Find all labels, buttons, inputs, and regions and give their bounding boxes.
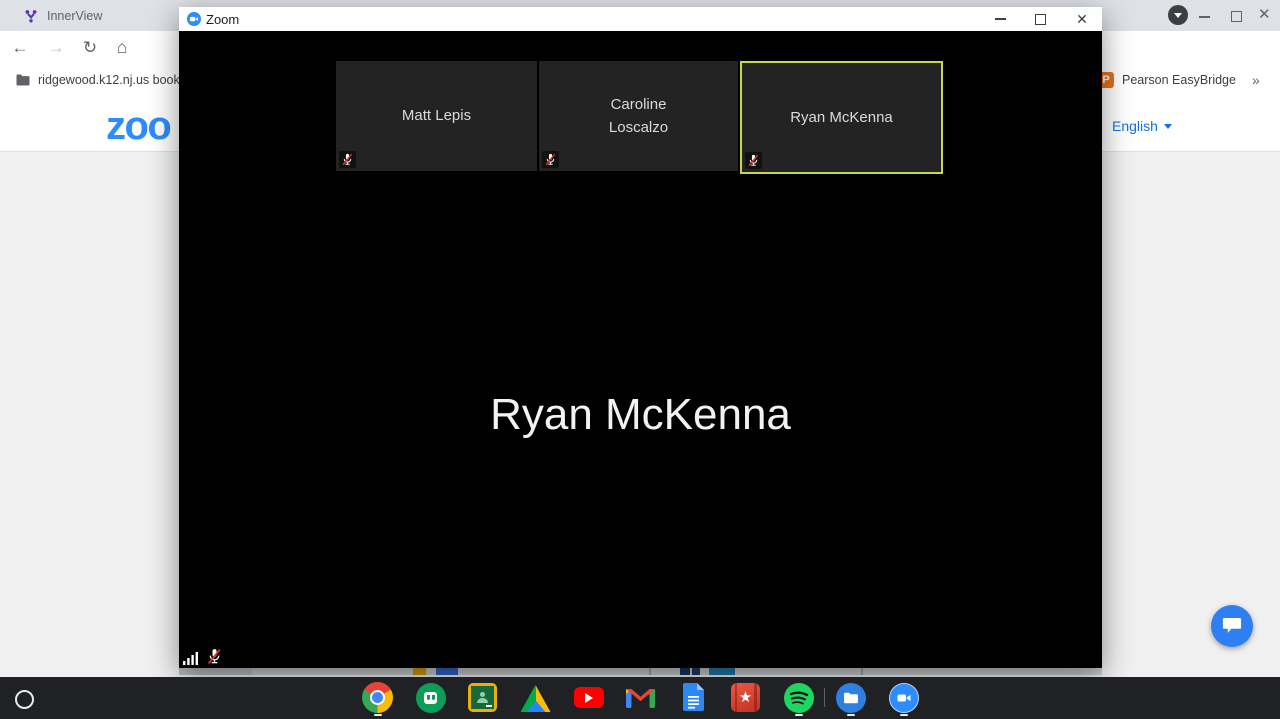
zoom-window: Zoom ✕ Matt Lepis Caroline Loscalzo Ryan… (179, 7, 1102, 668)
peek-divider (649, 668, 651, 675)
running-indicator (374, 714, 382, 716)
participant-name: Caroline Loscalzo (608, 95, 669, 136)
shelf-app-hangouts-icon[interactable] (415, 682, 446, 713)
tab-title: InnerView (47, 8, 103, 23)
reload-icon[interactable]: ↻ (78, 31, 102, 64)
zoom-app-titlebar-icon (187, 12, 201, 26)
forward-icon[interactable]: → (44, 31, 68, 64)
language-label: English (1112, 118, 1158, 134)
mic-muted-icon (745, 152, 762, 169)
shelf-app-spotify-icon[interactable] (783, 682, 814, 713)
peek-divider2 (861, 668, 863, 675)
bookmarks-overflow-icon[interactable]: » (1252, 64, 1260, 97)
zoom-meeting-canvas: Matt Lepis Caroline Loscalzo Ryan McKenn… (179, 31, 1102, 668)
mic-muted-icon (207, 649, 221, 664)
back-icon[interactable]: ← (8, 31, 32, 64)
wunderlist-star-icon: ★ (738, 688, 753, 706)
participant-tile-caroline[interactable]: Caroline Loscalzo (539, 61, 738, 171)
shelf-separator (824, 688, 825, 707)
language-selector[interactable]: English (1112, 118, 1172, 134)
participant-tile-matt[interactable]: Matt Lepis (336, 61, 537, 171)
browser-restore-icon[interactable] (1231, 11, 1242, 22)
bookmark-pearson[interactable]: Pearson EasyBridge (1122, 64, 1236, 97)
support-chat-button[interactable] (1211, 605, 1253, 647)
shelf-app-gmail-icon[interactable] (625, 682, 656, 713)
running-indicator (900, 714, 908, 716)
shelf-app-chrome-icon[interactable] (362, 682, 393, 713)
shelf-app-zoom-icon[interactable] (888, 682, 919, 713)
mic-muted-icon (339, 151, 356, 168)
language-caret-icon (1163, 123, 1172, 129)
running-indicator (847, 714, 855, 716)
home-icon[interactable]: ⌂ (110, 31, 134, 64)
peek-favicon-yellow (413, 668, 426, 675)
peek-favicon-navy2 (692, 668, 700, 675)
peek-segment (179, 668, 252, 675)
launcher-button[interactable] (15, 690, 34, 709)
shelf-app-docs-icon[interactable] (678, 681, 709, 712)
participant-name: Ryan McKenna (790, 108, 893, 126)
browser-minimize-icon[interactable] (1199, 16, 1210, 18)
running-indicator (795, 714, 803, 716)
zoom-minimize-button[interactable] (987, 7, 1013, 31)
zoom-titlebar[interactable]: Zoom ✕ (179, 7, 1102, 31)
participant-tile-ryan-active[interactable]: Ryan McKenna (740, 61, 943, 174)
peek-favicon-navy (680, 668, 690, 675)
bookmarks-folder-icon (16, 74, 30, 86)
profile-caret-icon (1174, 12, 1182, 18)
chat-bubble-icon (1222, 618, 1242, 633)
shelf: ★ (0, 677, 1280, 719)
browser-close-icon[interactable]: ✕ (1258, 5, 1271, 23)
profile-avatar[interactable] (1168, 5, 1188, 25)
mic-muted-icon (542, 151, 559, 168)
participant-name: Matt Lepis (401, 107, 472, 125)
meeting-status-icons (183, 648, 223, 665)
screen: InnerView ✕ ← → ↻ ⌂ us0 R C Tp ⋮ (0, 0, 1280, 719)
shelf-app-wunderlist-icon[interactable]: ★ (730, 682, 761, 713)
innerview-favicon-icon (25, 9, 37, 22)
participant-strip: Matt Lepis Caroline Loscalzo Ryan McKenn… (336, 61, 943, 174)
peek-favicon-blue (436, 668, 458, 675)
background-window-edge (179, 668, 1102, 675)
bookmark-ridgewood[interactable]: ridgewood.k12.nj.us bookma (38, 64, 197, 97)
shelf-app-drive-icon[interactable] (520, 683, 551, 714)
browser-tab-innerview[interactable]: InnerView (8, 0, 178, 31)
shelf-app-youtube-icon[interactable] (573, 682, 604, 713)
peek-favicon-teal (709, 668, 735, 675)
zoom-maximize-button[interactable] (1027, 7, 1053, 31)
zoom-logo[interactable]: zoo (106, 104, 172, 149)
zoom-window-title: Zoom (206, 11, 240, 27)
shelf-app-classroom-icon[interactable] (467, 682, 498, 713)
signal-bars-icon (183, 652, 198, 665)
shelf-app-files-icon[interactable] (835, 682, 866, 713)
active-speaker-name: Ryan McKenna (490, 390, 791, 439)
zoom-close-button[interactable]: ✕ (1069, 7, 1095, 31)
